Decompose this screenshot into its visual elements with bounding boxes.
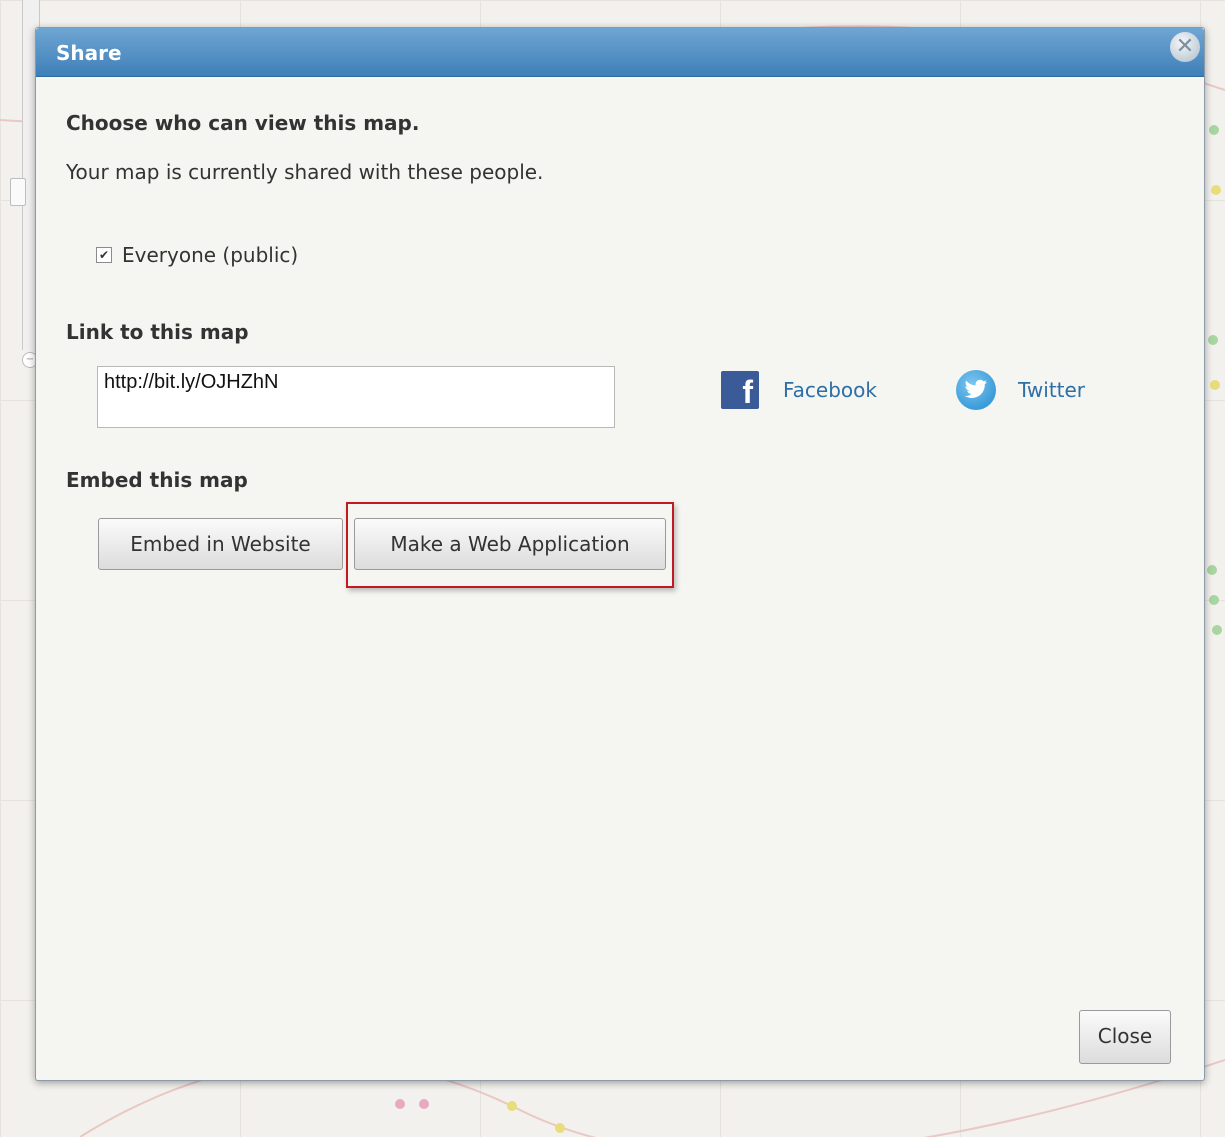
embed-in-website-button[interactable]: Embed in Website [98, 518, 343, 570]
twitter-icon[interactable] [956, 370, 996, 410]
twitter-share-link[interactable]: Twitter [956, 370, 1085, 410]
everyone-public-label: Everyone (public) [122, 243, 299, 267]
viewers-heading: Choose who can view this map. [66, 111, 420, 135]
checkbox-checked-icon[interactable]: ✔ [96, 247, 112, 263]
embed-heading: Embed this map [66, 468, 248, 492]
facebook-label[interactable]: Facebook [783, 378, 877, 402]
share-dialog: Share ✕ Choose who can view this map. Yo… [35, 27, 1205, 1081]
link-heading: Link to this map [66, 320, 249, 344]
dialog-title: Share [56, 41, 122, 65]
close-x-icon[interactable]: ✕ [1170, 32, 1200, 62]
map-link-field[interactable] [97, 366, 615, 428]
viewers-description: Your map is currently shared with these … [66, 160, 544, 184]
make-web-application-button[interactable]: Make a Web Application [354, 518, 666, 570]
everyone-public-checkbox[interactable]: ✔ Everyone (public) [96, 242, 298, 268]
zoom-slider-handle[interactable] [10, 178, 26, 206]
close-button[interactable]: Close [1079, 1010, 1171, 1064]
dialog-title-bar: Share ✕ [36, 28, 1204, 77]
twitter-label[interactable]: Twitter [1018, 378, 1085, 402]
facebook-icon[interactable]: f [721, 371, 759, 410]
facebook-share-link[interactable]: f Facebook [721, 371, 877, 410]
